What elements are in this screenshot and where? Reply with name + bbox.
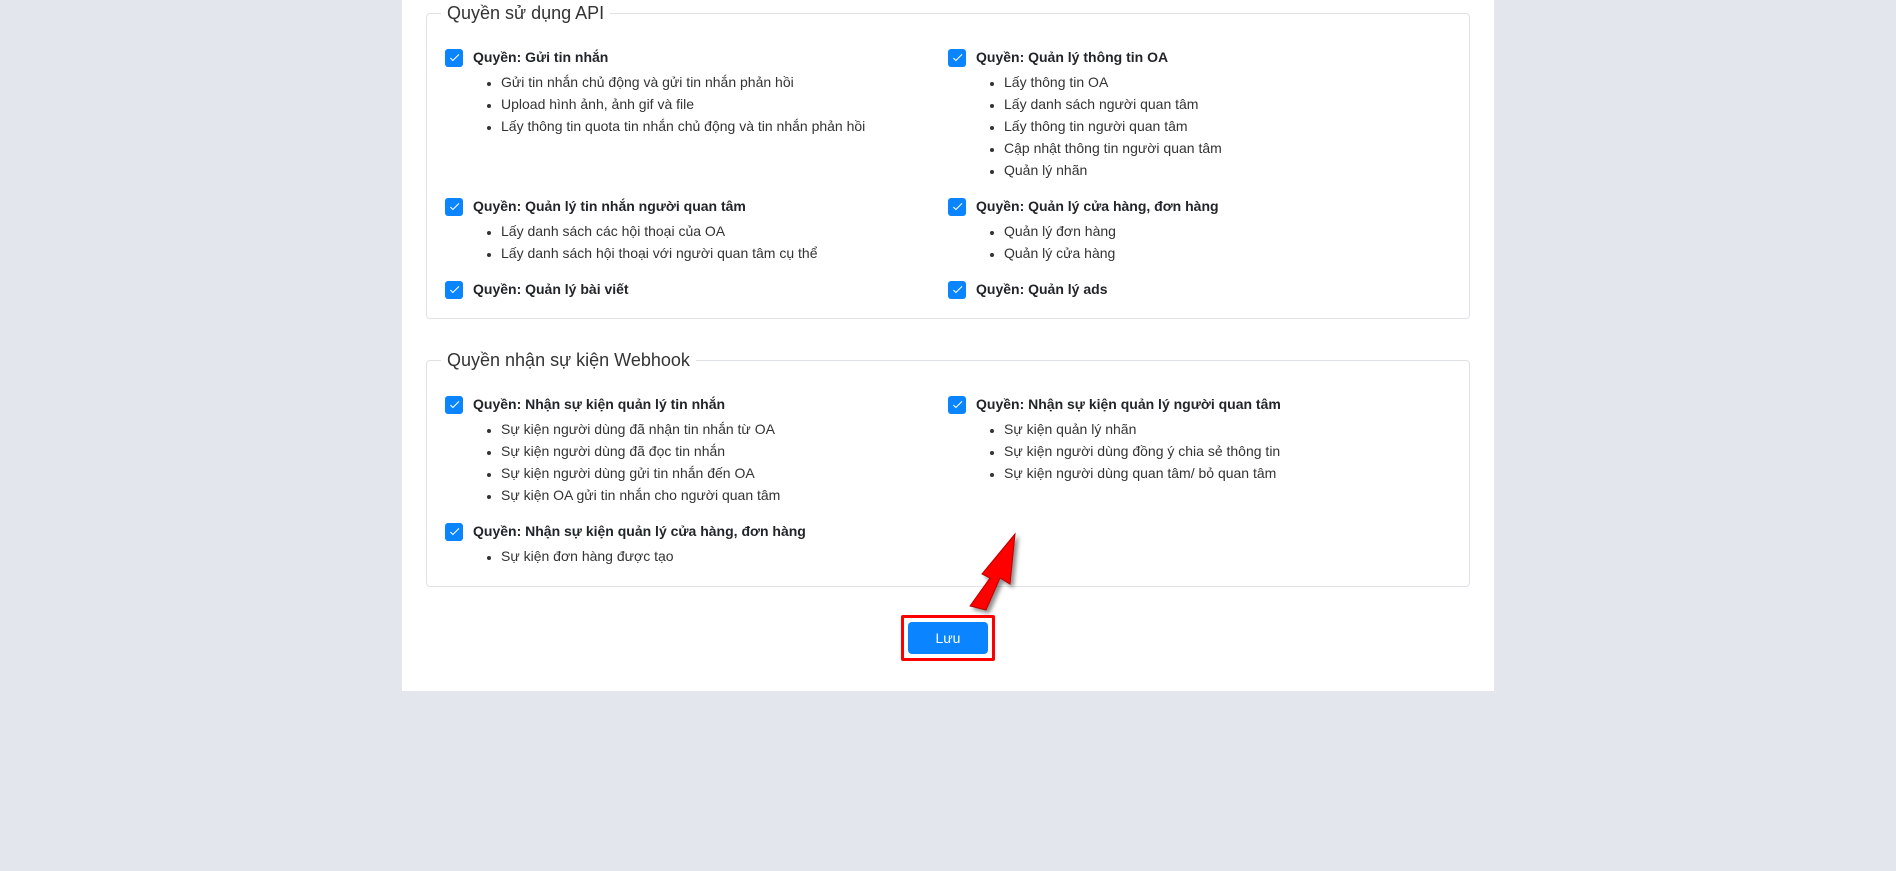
perm-title: Quyền: Quản lý thông tin OA bbox=[976, 47, 1168, 68]
perm-title: Quyền: Gửi tin nhắn bbox=[473, 47, 608, 68]
perm-block-send-message: Quyền: Gửi tin nhắn Gửi tin nhắn chủ độn… bbox=[445, 47, 936, 137]
webhook-legend: Quyền nhận sự kiện Webhook bbox=[441, 347, 696, 374]
checkbox-shop-orders[interactable] bbox=[948, 198, 966, 216]
perm-block-follower-msg: Quyền: Quản lý tin nhắn người quan tâm L… bbox=[445, 196, 936, 264]
perm-item: Lấy thông tin người quan tâm bbox=[1004, 116, 1439, 137]
perm-item: Lấy danh sách các hội thoại của OA bbox=[501, 221, 936, 242]
perm-item: Sự kiện người dùng gửi tin nhắn đến OA bbox=[501, 463, 936, 484]
checkbox-ads[interactable] bbox=[948, 281, 966, 299]
perm-title: Quyền: Nhận sự kiện quản lý người quan t… bbox=[976, 394, 1281, 415]
api-legend: Quyền sử dụng API bbox=[441, 0, 610, 27]
webhook-permissions-fieldset: Quyền nhận sự kiện Webhook Quyền: Nhận s… bbox=[426, 347, 1470, 587]
perm-title: Quyền: Quản lý ads bbox=[976, 279, 1107, 300]
check-icon bbox=[951, 398, 964, 411]
check-icon bbox=[448, 283, 461, 296]
check-icon bbox=[448, 398, 461, 411]
checkbox-follower-msg[interactable] bbox=[445, 198, 463, 216]
checkbox-webhook-follower[interactable] bbox=[948, 396, 966, 414]
check-icon bbox=[951, 200, 964, 213]
check-icon bbox=[951, 283, 964, 296]
perm-block-shop-orders: Quyền: Quản lý cửa hàng, đơn hàng Quản l… bbox=[948, 196, 1439, 264]
save-highlight-box: Lưu bbox=[901, 615, 995, 661]
checkbox-webhook-msg[interactable] bbox=[445, 396, 463, 414]
perm-item: Sự kiện đơn hàng được tạo bbox=[501, 546, 936, 567]
perm-title: Quyền: Quản lý tin nhắn người quan tâm bbox=[473, 196, 746, 217]
perm-block-ads: Quyền: Quản lý ads bbox=[948, 279, 1439, 300]
perm-list: Sự kiện người dùng đã nhận tin nhắn từ O… bbox=[493, 419, 936, 506]
perm-title: Quyền: Quản lý cửa hàng, đơn hàng bbox=[976, 196, 1219, 217]
api-permissions-fieldset: Quyền sử dụng API Quyền: Gửi tin nhắn Gử… bbox=[426, 0, 1470, 319]
check-icon bbox=[448, 200, 461, 213]
perm-item: Sự kiện OA gửi tin nhắn cho người quan t… bbox=[501, 485, 936, 506]
checkbox-send-message[interactable] bbox=[445, 49, 463, 67]
perm-item: Lấy danh sách hội thoại với người quan t… bbox=[501, 243, 936, 264]
perm-item: Upload hình ảnh, ảnh gif và file bbox=[501, 94, 936, 115]
check-icon bbox=[448, 525, 461, 538]
perm-list: Lấy thông tin OA Lấy danh sách người qua… bbox=[996, 72, 1439, 181]
perm-block-webhook-shop: Quyền: Nhận sự kiện quản lý cửa hàng, đơ… bbox=[445, 521, 936, 567]
perm-title: Quyền: Nhận sự kiện quản lý cửa hàng, đơ… bbox=[473, 521, 806, 542]
perm-item: Gửi tin nhắn chủ động và gửi tin nhắn ph… bbox=[501, 72, 936, 93]
perm-item: Sự kiện người dùng quan tâm/ bỏ quan tâm bbox=[1004, 463, 1439, 484]
perm-block-webhook-follower: Quyền: Nhận sự kiện quản lý người quan t… bbox=[948, 394, 1439, 484]
check-icon bbox=[951, 51, 964, 64]
perm-item: Lấy danh sách người quan tâm bbox=[1004, 94, 1439, 115]
perm-block-oa-info: Quyền: Quản lý thông tin OA Lấy thông ti… bbox=[948, 47, 1439, 181]
perm-block-articles: Quyền: Quản lý bài viết bbox=[445, 279, 936, 300]
perm-list: Gửi tin nhắn chủ động và gửi tin nhắn ph… bbox=[493, 72, 936, 137]
main-panel: Quyền sử dụng API Quyền: Gửi tin nhắn Gử… bbox=[402, 0, 1494, 691]
perm-item: Lấy thông tin quota tin nhắn chủ động và… bbox=[501, 116, 936, 137]
perm-item: Sự kiện người dùng đồng ý chia sẻ thông … bbox=[1004, 441, 1439, 462]
api-row-1: Quyền: Gửi tin nhắn Gửi tin nhắn chủ độn… bbox=[445, 33, 1451, 182]
perm-item: Lấy thông tin OA bbox=[1004, 72, 1439, 93]
perm-item: Cập nhật thông tin người quan tâm bbox=[1004, 138, 1439, 159]
checkbox-oa-info[interactable] bbox=[948, 49, 966, 67]
perm-item: Quản lý đơn hàng bbox=[1004, 221, 1439, 242]
webhook-row-1: Quyền: Nhận sự kiện quản lý tin nhắn Sự … bbox=[445, 380, 1451, 507]
actions-bar: Lưu bbox=[426, 615, 1470, 661]
perm-list: Lấy danh sách các hội thoại của OA Lấy d… bbox=[493, 221, 936, 264]
api-row-3: Quyền: Quản lý bài viết Quyền: Quản lý a… bbox=[445, 265, 1451, 300]
save-button[interactable]: Lưu bbox=[908, 622, 988, 654]
perm-title: Quyền: Quản lý bài viết bbox=[473, 279, 629, 300]
perm-item: Sự kiện người dùng đã đọc tin nhắn bbox=[501, 441, 936, 462]
perm-item: Quản lý nhãn bbox=[1004, 160, 1439, 181]
perm-item: Sự kiện người dùng đã nhận tin nhắn từ O… bbox=[501, 419, 936, 440]
perm-item: Sự kiện quản lý nhãn bbox=[1004, 419, 1439, 440]
api-row-2: Quyền: Quản lý tin nhắn người quan tâm L… bbox=[445, 182, 1451, 265]
checkbox-webhook-shop[interactable] bbox=[445, 523, 463, 541]
perm-list: Sự kiện quản lý nhãn Sự kiện người dùng … bbox=[996, 419, 1439, 484]
checkbox-articles[interactable] bbox=[445, 281, 463, 299]
perm-item: Quản lý cửa hàng bbox=[1004, 243, 1439, 264]
perm-list: Quản lý đơn hàng Quản lý cửa hàng bbox=[996, 221, 1439, 264]
webhook-row-2: Quyền: Nhận sự kiện quản lý cửa hàng, đơ… bbox=[445, 507, 1451, 568]
perm-block-webhook-msg: Quyền: Nhận sự kiện quản lý tin nhắn Sự … bbox=[445, 394, 936, 506]
perm-title: Quyền: Nhận sự kiện quản lý tin nhắn bbox=[473, 394, 725, 415]
perm-list: Sự kiện đơn hàng được tạo bbox=[493, 546, 936, 567]
check-icon bbox=[448, 51, 461, 64]
